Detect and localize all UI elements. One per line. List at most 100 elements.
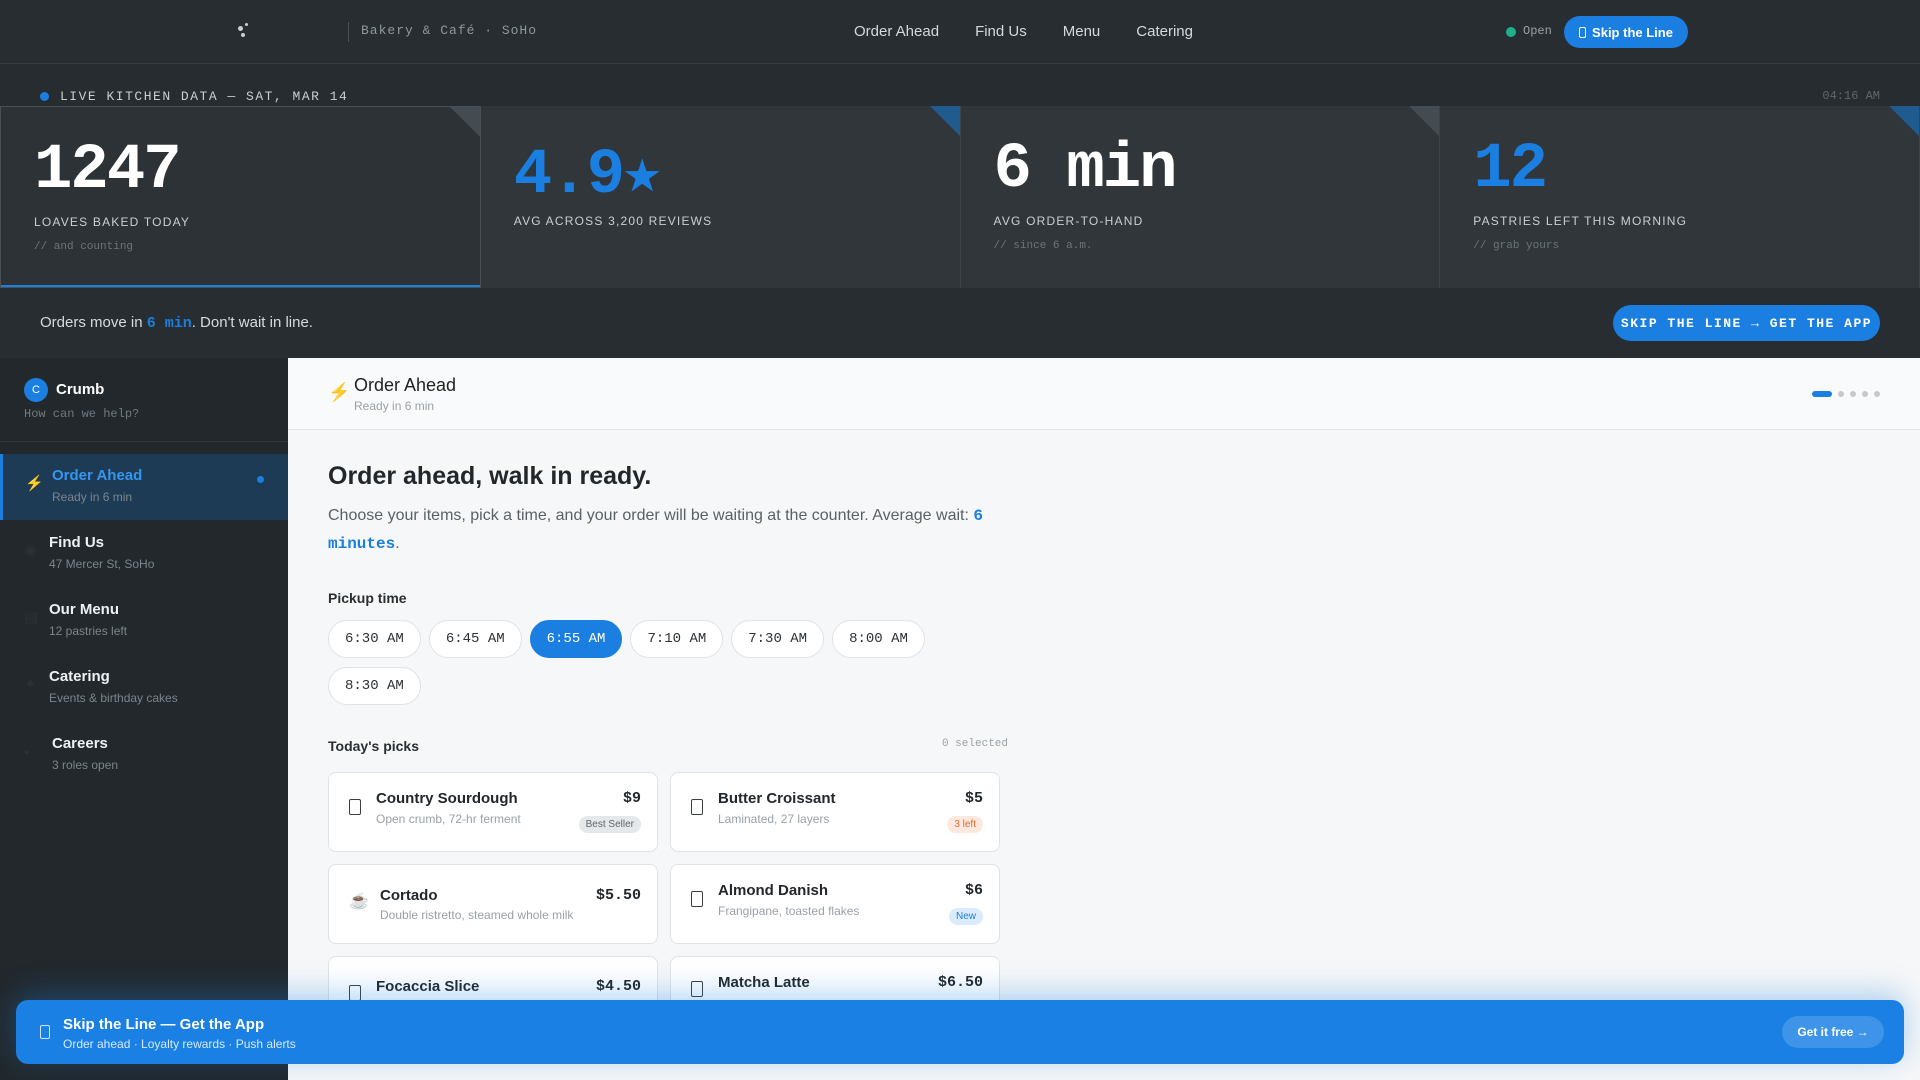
- sidebar-item-find-us[interactable]: ◉ Find Us 47 Mercer St, SoHo: [0, 521, 288, 587]
- pick-name: Country Sourdough: [376, 790, 518, 807]
- checkbox-icon[interactable]: [691, 799, 703, 815]
- get-it-free-button[interactable]: Get it free →: [1782, 1016, 1884, 1048]
- careers-icon: ●: [24, 747, 30, 757]
- banner-text-after: . Don't wait in line.: [191, 314, 313, 331]
- sidebar-item-sub: 47 Mercer St, SoHo: [49, 557, 155, 571]
- pick-price: $9: [622, 790, 641, 807]
- sidebar-item-sub: Ready in 6 min: [52, 490, 133, 504]
- sidebar-item-sub: Events & birthday cakes: [49, 691, 178, 705]
- sidebar-item-catering[interactable]: ✦ Catering Events & birthday cakes: [0, 655, 288, 721]
- banner-text-before: Orders move in: [40, 314, 147, 331]
- sidebar-item-our-menu[interactable]: ▤ Our Menu 12 pastries left: [0, 588, 288, 654]
- banner-text: Orders move in 6 min. Don't wait in line…: [40, 314, 313, 332]
- pick-card-cortado[interactable]: ☕ Cortado Double ristretto, steamed whol…: [328, 864, 658, 944]
- page-title: Order ahead, walk in ready.: [328, 462, 652, 490]
- sidebar-item-label: Find Us: [49, 534, 104, 551]
- stats-row: 1247 LOAVES BAKED TODAY // and counting …: [0, 106, 1920, 288]
- get-app-button[interactable]: SKIP THE LINE → GET THE APP: [1613, 305, 1880, 341]
- order-panel: ⚡ Order Ahead Ready in 6 min Order ahead…: [288, 358, 1920, 1080]
- pick-price: $4.50: [595, 978, 641, 995]
- nav-links: Order Ahead Find Us Menu Catering: [854, 23, 1193, 40]
- sidebar: C Crumb How can we help? ⚡ Order Ahead R…: [0, 358, 288, 1080]
- phone-icon: [1579, 26, 1587, 38]
- time-chip[interactable]: 7:10 AM: [630, 620, 724, 658]
- stat-value: 1247: [34, 135, 182, 207]
- sidebar-item-label: Order Ahead: [52, 467, 143, 484]
- nav-link-order-ahead[interactable]: Order Ahead: [854, 23, 939, 40]
- brand-logo-icon[interactable]: [236, 20, 258, 38]
- top-nav: Bakery & Café · SoHo Order Ahead Find Us…: [0, 0, 1920, 64]
- pick-desc: Double ristretto, steamed whole milk: [380, 908, 574, 922]
- time-chip[interactable]: 7:30 AM: [731, 620, 825, 658]
- stat-label: LOAVES BAKED TODAY: [34, 215, 191, 229]
- nav-link-find-us[interactable]: Find Us: [975, 23, 1027, 40]
- pick-card-almond-danish[interactable]: Almond Danish Frangipane, toasted flakes…: [670, 864, 1000, 944]
- corner-tab-icon: [929, 106, 960, 136]
- live-indicator-icon: [40, 92, 49, 101]
- checkbox-icon[interactable]: [349, 985, 361, 1001]
- stat-label: AVG ORDER-TO-HAND: [993, 214, 1144, 228]
- corner-tab-icon: [449, 107, 480, 137]
- skip-the-line-label: Skip the Line: [1592, 24, 1673, 40]
- menu-icon: ▤: [24, 609, 39, 626]
- badge-stock: 3 left: [947, 816, 983, 833]
- pick-price: $6.50: [937, 974, 983, 991]
- badge-new: New: [948, 908, 983, 925]
- pick-price: $5.50: [595, 887, 641, 904]
- sidebar-item-sub: 12 pastries left: [49, 624, 128, 638]
- checkbox-icon[interactable]: [349, 799, 361, 815]
- pickup-time-label: Pickup time: [328, 590, 407, 606]
- pager-dot-icon[interactable]: [1838, 391, 1844, 397]
- stat-label: AVG ACROSS 3,200 REVIEWS: [513, 214, 713, 228]
- location-icon: ◉: [24, 542, 38, 559]
- coffee-cup-icon: ☕: [349, 893, 369, 910]
- cake-icon: ✦: [24, 676, 37, 693]
- corner-tab-icon: [1889, 106, 1919, 136]
- app-promo-title: Skip the Line — Get the App: [63, 1016, 265, 1033]
- time-chip[interactable]: 6:45 AM: [428, 620, 522, 658]
- step-pager[interactable]: [1812, 391, 1880, 397]
- time-chip[interactable]: 6:30 AM: [328, 620, 421, 658]
- stat-label: PASTRIES LEFT THIS MORNING: [1473, 214, 1688, 228]
- pick-desc: Laminated, 27 layers: [718, 812, 830, 826]
- checkbox-icon[interactable]: [691, 981, 703, 997]
- checkbox-icon[interactable]: [691, 891, 703, 907]
- pick-price: $6: [964, 882, 983, 899]
- open-status-text: Open: [1523, 24, 1552, 38]
- banner-highlight: 6 min: [146, 315, 192, 332]
- pick-card-country-sourdough[interactable]: Country Sourdough Open crumb, 72-hr ferm…: [328, 772, 658, 852]
- pager-dot-icon[interactable]: [1862, 391, 1868, 397]
- live-kitchen-label: LIVE KITCHEN DATA — SAT, MAR 14: [60, 89, 349, 104]
- desc-before: Choose your items, pick a time, and your…: [328, 507, 974, 524]
- stat-value: 4.9★: [513, 140, 662, 212]
- time-chip[interactable]: 8:00 AM: [832, 620, 925, 658]
- skip-the-line-button[interactable]: Skip the Line: [1564, 16, 1688, 48]
- time-chip-selected[interactable]: 6:55 AM: [529, 620, 623, 658]
- sidebar-item-order-ahead[interactable]: ⚡ Order Ahead Ready in 6 min: [0, 454, 288, 520]
- nav-link-menu[interactable]: Menu: [1063, 23, 1101, 40]
- nav-link-catering[interactable]: Catering: [1136, 23, 1193, 40]
- assistant-name: Crumb: [56, 381, 105, 398]
- brand-divider: [348, 22, 349, 42]
- time-chip[interactable]: 8:30 AM: [328, 667, 421, 705]
- stat-reviews: 4.9★ AVG ACROSS 3,200 REVIEWS: [480, 106, 961, 288]
- stat-value: 6 min: [993, 134, 1178, 206]
- live-clock: 04:16 AM: [1822, 89, 1880, 103]
- help-prompt: How can we help?: [24, 407, 140, 421]
- stat-note: // grab yours: [1473, 240, 1560, 252]
- pager-dot-icon[interactable]: [1874, 391, 1880, 397]
- stat-underline: [1, 285, 480, 287]
- wait-banner: Orders move in 6 min. Don't wait in line…: [0, 288, 1920, 358]
- stat-loaves: 1247 LOAVES BAKED TODAY // and counting: [0, 106, 481, 288]
- avatar: C: [24, 378, 48, 402]
- pager-dot-icon[interactable]: [1812, 391, 1832, 397]
- app-promo-bar: Skip the Line — Get the App Order ahead …: [16, 1000, 1904, 1064]
- sidebar-item-careers[interactable]: ● Careers 3 roles open: [0, 722, 288, 788]
- lightning-icon: ⚡: [25, 475, 44, 492]
- brand-subtitle: Bakery & Café · SoHo: [361, 23, 538, 38]
- pick-name: Focaccia Slice: [376, 978, 480, 995]
- pager-dot-icon[interactable]: [1850, 391, 1856, 397]
- phone-icon: [40, 1025, 50, 1039]
- pick-card-butter-croissant[interactable]: Butter Croissant Laminated, 27 layers $5…: [670, 772, 1000, 852]
- selected-count: 0 selected: [941, 738, 1008, 750]
